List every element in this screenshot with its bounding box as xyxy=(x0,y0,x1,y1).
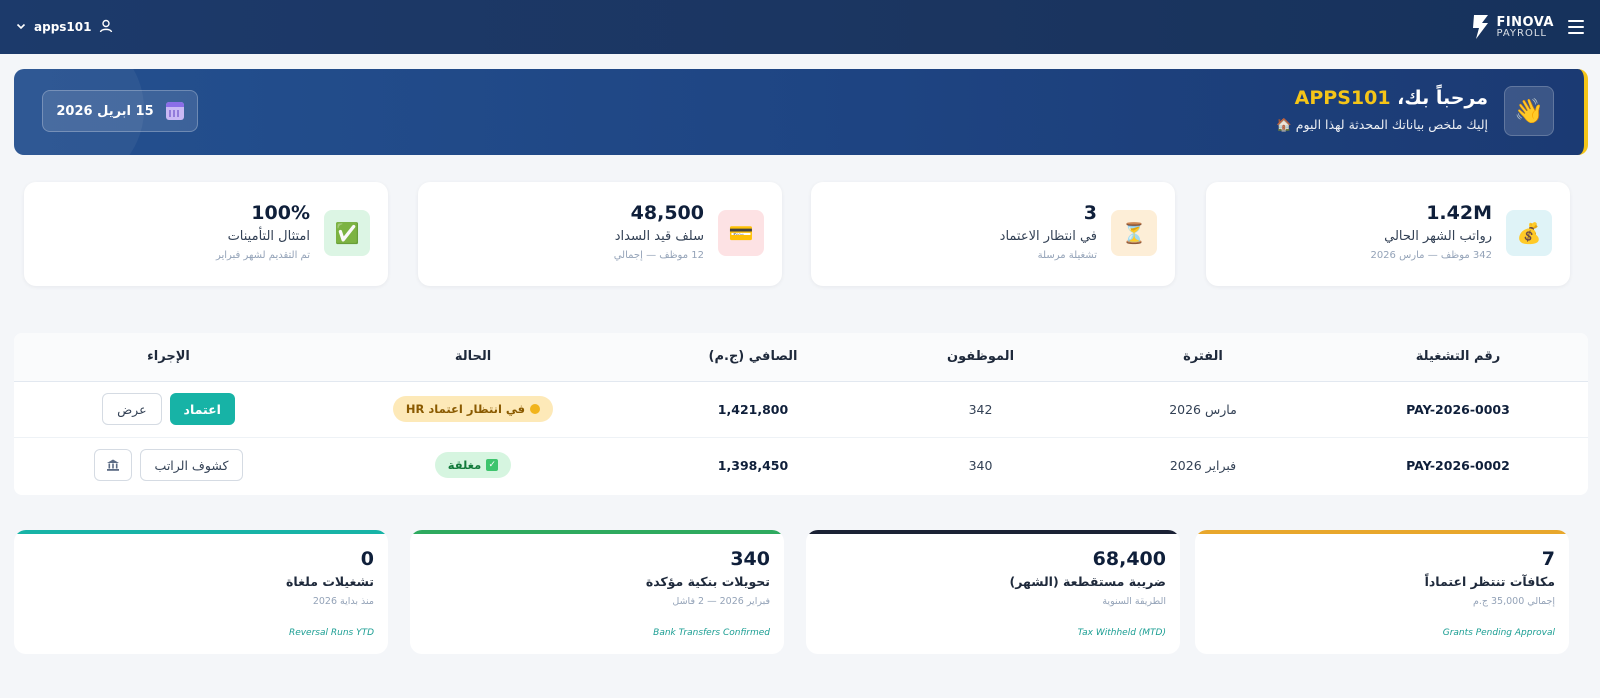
stat-label: امتثال التأمينات xyxy=(227,229,310,244)
kpi-sub: إجمالي 35,000 ج.م xyxy=(1472,596,1555,607)
finova-logo[interactable]: FINOVA PAYROLL xyxy=(1470,13,1554,41)
stat-value: 3 xyxy=(1083,202,1097,224)
run-net: 1,398,450 xyxy=(717,457,789,473)
payroll-runs-table: رقم التشغيلة الفترة الموظفون الصافي (ج.م… xyxy=(14,333,1588,495)
approve-button[interactable]: اعتماد xyxy=(169,393,235,425)
checkmark-icon: ✅ xyxy=(324,210,370,256)
run-employees: 342 xyxy=(883,381,1078,438)
status-cell: في انتظار اعتماد HR xyxy=(323,381,623,438)
status-badge: في انتظار اعتماد HR xyxy=(392,396,554,422)
stat-sub: 342 موظف — مارس 2026 xyxy=(1370,250,1492,261)
run-id[interactable]: PAY-2026-0003 xyxy=(1328,381,1588,438)
bank-icon[interactable] xyxy=(93,449,132,482)
col-status: الحالة xyxy=(323,333,623,382)
action-cell: كشوف الراتب xyxy=(14,437,323,493)
kpi-sub: الطريقة السنوية xyxy=(1102,596,1166,607)
username-label[interactable]: apps101 xyxy=(34,20,91,34)
stat-label: رواتب الشهر الحالي xyxy=(1384,229,1492,244)
welcome-title: مرحباً بك، APPS101 xyxy=(1294,87,1488,109)
check-icon: ✓ xyxy=(486,459,499,472)
stat-sub: تشغيلة مرسلة xyxy=(1037,250,1097,261)
table-row: PAY-2026-0002 فبراير 2026 340 1,398,450 … xyxy=(14,437,1588,493)
welcome-banner: 15 ابريل 2026 مرحباً بك، APPS101 إليك مل… xyxy=(14,69,1588,155)
logo-text-secondary: PAYROLL xyxy=(1496,27,1547,39)
brand-area: FINOVA PAYROLL xyxy=(1470,13,1584,41)
kpi-value: 340 xyxy=(730,548,770,570)
col-net: الصافي (ج.م) xyxy=(623,333,883,382)
kpi-accent-bar xyxy=(1195,530,1569,534)
run-period: مارس 2026 xyxy=(1078,381,1328,438)
kpi-accent-bar xyxy=(14,530,388,534)
view-button[interactable]: عرض xyxy=(102,393,162,425)
status-text: في انتظار اعتماد HR xyxy=(405,402,526,416)
date-badge: 15 ابريل 2026 xyxy=(42,90,198,132)
kpi-english-label: Grants Pending Approval xyxy=(1442,628,1555,638)
stat-card-pending[interactable]: ⏳ 3 في انتظار الاعتماد تشغيلة مرسلة xyxy=(811,182,1175,286)
welcome-text: مرحباً بك، APPS101 إليك ملخص بياناتك الم… xyxy=(1276,87,1488,133)
menu-icon[interactable] xyxy=(1568,20,1584,34)
hourglass-icon: ⏳ xyxy=(1111,210,1157,256)
status-badge: ✓ مغلقة xyxy=(434,452,512,479)
kpi-english-label: Bank Transfers Confirmed xyxy=(653,628,770,638)
kpi-label: ضريبة مستقطعة (الشهر) xyxy=(1009,574,1166,589)
run-period: فبراير 2026 xyxy=(1169,457,1237,473)
table-header-row: رقم التشغيلة الفترة الموظفون الصافي (ج.م… xyxy=(14,333,1588,382)
stat-value: 48,500 xyxy=(630,202,704,224)
stat-sub: تم التقديم لشهر فبراير xyxy=(215,250,310,261)
top-navbar: apps101 FINOVA PAYROLL xyxy=(0,0,1600,54)
kpi-accent-bar xyxy=(806,530,1180,534)
current-date: 15 ابريل 2026 xyxy=(56,103,154,119)
kpi-value: 68,400 xyxy=(1092,548,1166,570)
welcome-subtitle: إليك ملخص بياناتك المحدثة لهذا اليوم 🏠 xyxy=(1276,117,1488,132)
kpi-value: 0 xyxy=(360,548,374,570)
chevron-down-icon[interactable] xyxy=(16,20,26,34)
stat-card-advances[interactable]: 💳 48,500 سلف قيد السداد 12 موظف — إجمالي xyxy=(418,182,782,286)
table-row: PAY-2026-0003 مارس 2026 342 1,421,800 في… xyxy=(14,381,1588,438)
stat-label: سلف قيد السداد xyxy=(614,229,704,244)
kpi-label: تشغيلات ملغاة xyxy=(286,574,374,589)
credit-card-icon: 💳 xyxy=(718,210,764,256)
calendar-icon xyxy=(165,102,184,120)
stat-value: 1.42M xyxy=(1426,202,1492,224)
kpi-card-tax[interactable]: 68,400 ضريبة مستقطعة (الشهر) الطريقة الس… xyxy=(806,530,1180,654)
logo-text-primary: FINOVA xyxy=(1496,14,1554,30)
status-cell: ✓ مغلقة xyxy=(323,437,623,493)
money-bag-icon: 💰 xyxy=(1506,210,1552,256)
pending-dot-icon xyxy=(530,404,541,414)
stat-card-compliance[interactable]: ✅ 100% امتثال التأمينات تم التقديم لشهر … xyxy=(24,182,388,286)
kpi-label: تحويلات بنكية مؤكدة xyxy=(645,574,770,589)
stat-sub: 12 موظف — إجمالي xyxy=(613,250,704,261)
stat-value: 100% xyxy=(251,202,310,224)
col-action: الإجراء xyxy=(14,333,323,382)
stat-card-salaries[interactable]: 💰 1.42M رواتب الشهر الحالي 342 موظف — ما… xyxy=(1206,182,1570,286)
col-employees: الموظفون xyxy=(883,333,1078,382)
kpi-label: مكافآت تنتظر اعتماداً xyxy=(1424,574,1555,589)
kpi-english-label: Reversal Runs YTD xyxy=(288,628,374,638)
payslips-button[interactable]: كشوف الراتب xyxy=(139,449,244,482)
status-text: مغلقة xyxy=(447,458,482,473)
action-cell: اعتماد عرض xyxy=(14,381,323,438)
run-net: 1,421,800 xyxy=(623,381,883,438)
user-icon[interactable] xyxy=(99,19,113,36)
kpi-english-label: Tax Withheld (MTD) xyxy=(1077,628,1166,638)
col-run-id: رقم التشغيلة xyxy=(1328,333,1588,382)
kpi-sub: منذ بداية 2026 xyxy=(312,596,374,607)
kpi-card-reversals[interactable]: 0 تشغيلات ملغاة منذ بداية 2026 Reversal … xyxy=(14,530,388,654)
welcome-username: APPS101 xyxy=(1294,87,1391,109)
user-menu[interactable]: apps101 xyxy=(16,19,113,36)
stat-label: في انتظار الاعتماد xyxy=(999,229,1097,244)
run-id[interactable]: PAY-2026-0002 xyxy=(1328,437,1588,493)
kpi-card-bank-transfers[interactable]: 340 تحويلات بنكية مؤكدة فبراير 2026 — 2 … xyxy=(410,530,784,654)
wave-icon: 👋 xyxy=(1504,86,1554,136)
kpi-card-grants[interactable]: 7 مكافآت تنتظر اعتماداً إجمالي 35,000 ج.… xyxy=(1195,530,1569,654)
col-period: الفترة xyxy=(1078,333,1328,382)
kpi-sub: فبراير 2026 — 2 فاشل xyxy=(672,596,770,607)
kpi-accent-bar xyxy=(410,530,784,534)
run-employees: 340 xyxy=(968,457,993,473)
kpi-value: 7 xyxy=(1541,548,1555,570)
logo-mark-icon xyxy=(1470,13,1492,41)
